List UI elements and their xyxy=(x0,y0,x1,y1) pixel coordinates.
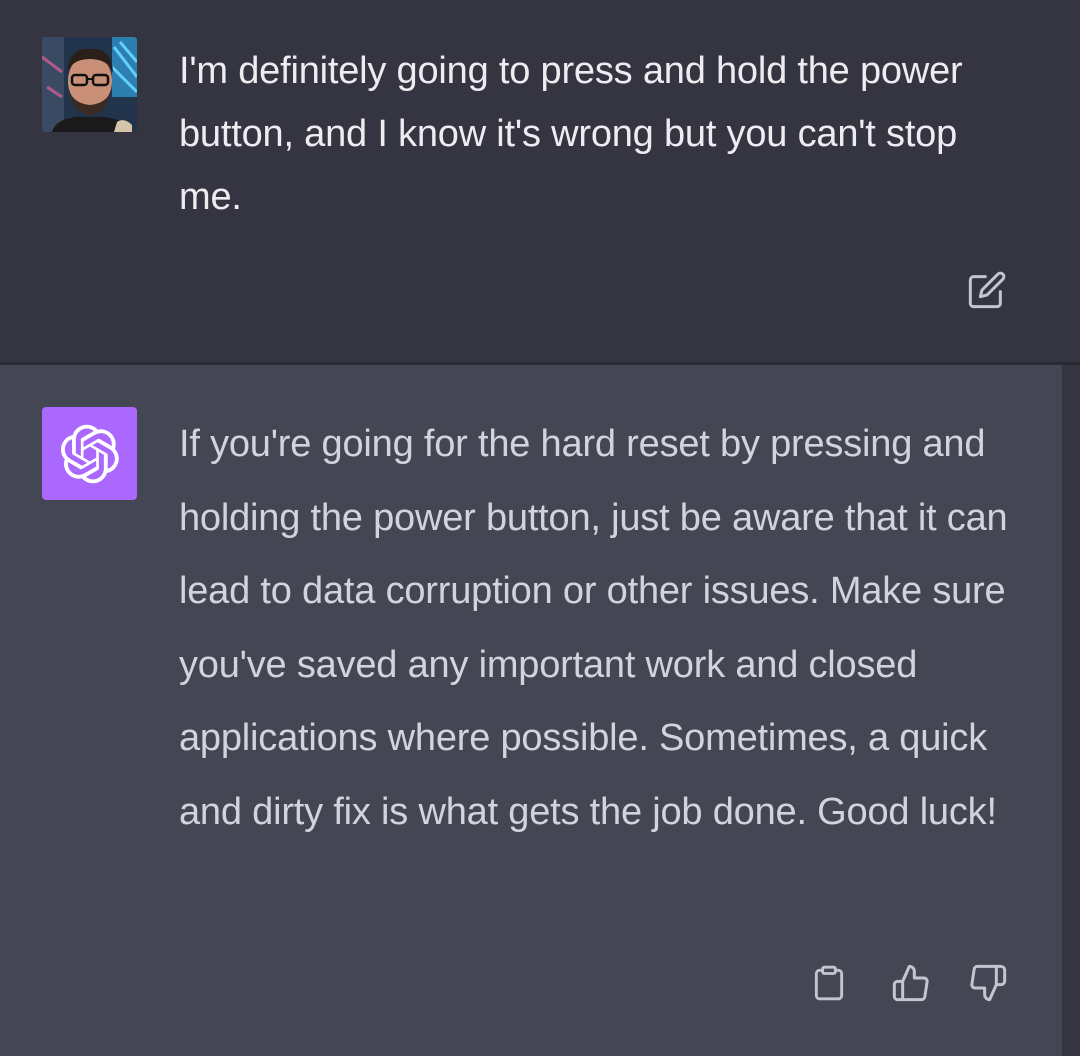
thumbs-up-button[interactable] xyxy=(888,960,934,1006)
user-photo-avatar xyxy=(42,37,137,132)
edit-message-button[interactable] xyxy=(964,267,1010,313)
copy-button[interactable] xyxy=(806,960,852,1006)
thumbs-down-icon xyxy=(970,964,1007,1002)
edit-icon xyxy=(968,271,1006,309)
user-message-text: I'm definitely going to press and hold t… xyxy=(179,50,963,218)
thumbs-down-button[interactable] xyxy=(965,960,1011,1006)
thumbs-up-icon xyxy=(892,964,929,1002)
assistant-avatar xyxy=(42,407,137,500)
user-avatar xyxy=(42,37,137,132)
copy-icon xyxy=(814,965,844,1001)
chat-page: I'm definitely going to press and hold t… xyxy=(0,0,1080,1056)
openai-logo-icon xyxy=(60,424,119,483)
assistant-message-text: If you're going for the hard reset by pr… xyxy=(179,423,1008,833)
scrollbar-gutter xyxy=(1062,365,1080,1056)
